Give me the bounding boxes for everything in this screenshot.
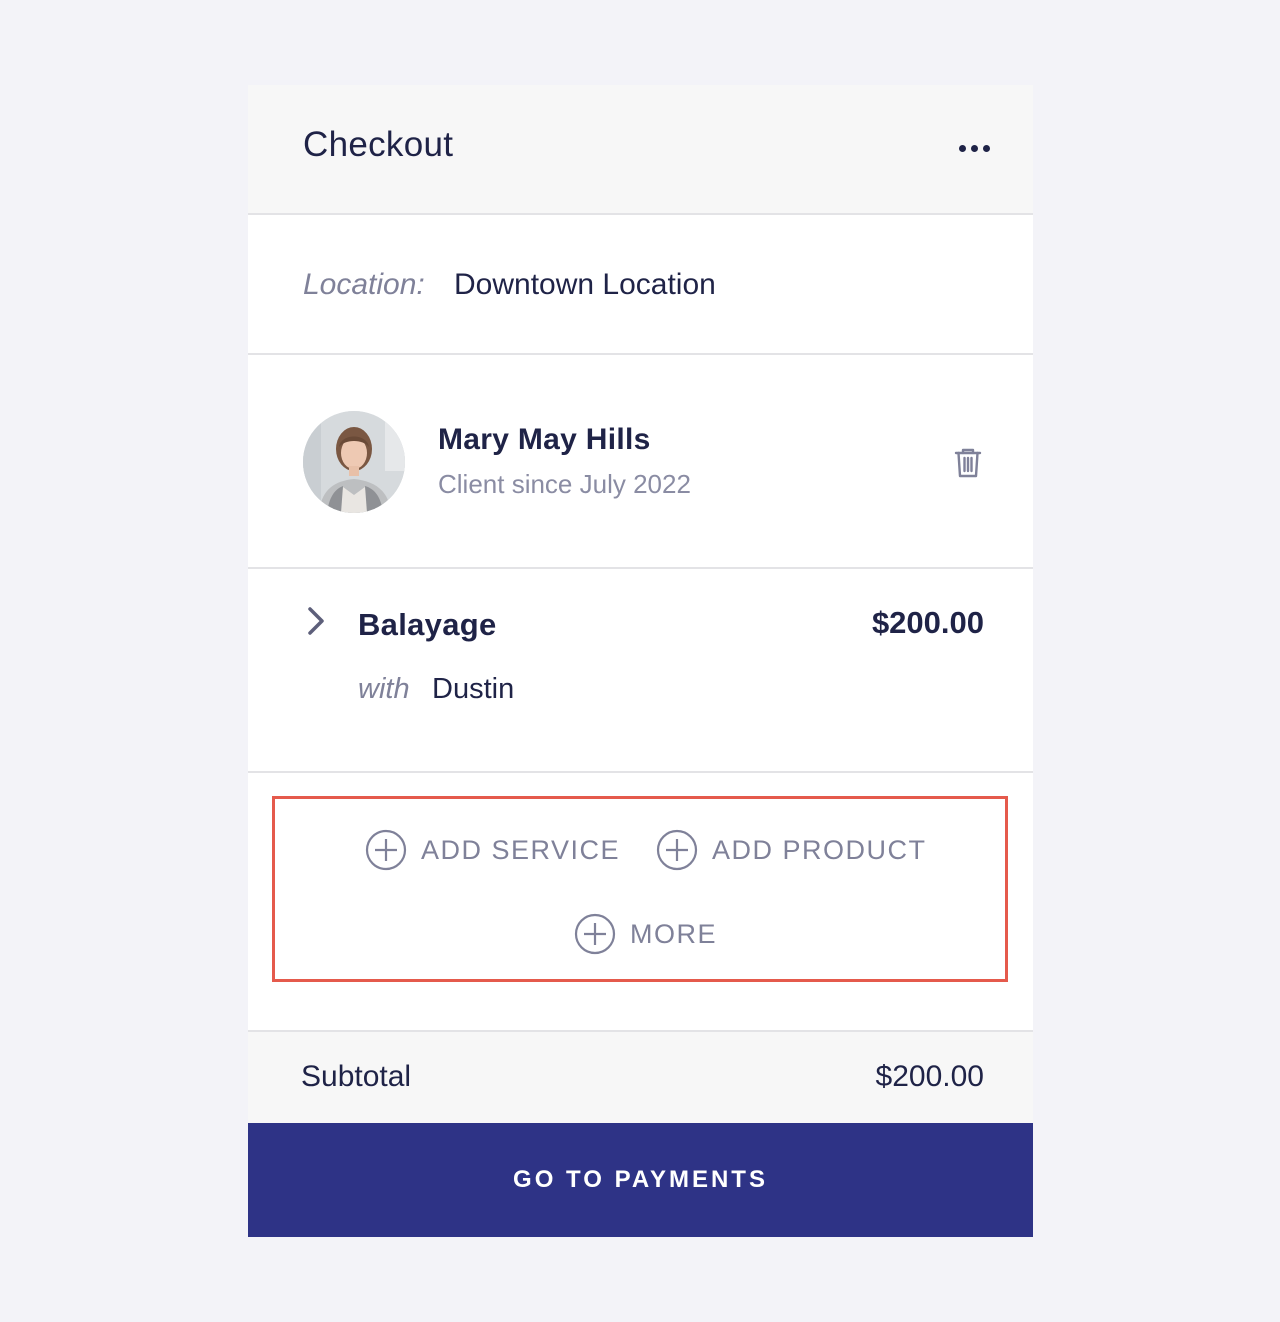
more-options-icon[interactable] [948,133,1000,163]
location-row[interactable]: Location: Downtown Location [248,215,1033,355]
plus-circle-icon [365,829,407,871]
service-name: Balayage [358,607,497,642]
service-with-label: with [358,673,410,705]
avatar [303,411,405,513]
subtotal-label: Subtotal [301,1060,412,1093]
add-service-label: ADD SERVICE [421,834,621,865]
add-product-button[interactable]: ADD PRODUCT [656,829,927,871]
service-line-item: Balayage $200.00 with Dustin [248,569,1033,773]
add-service-button[interactable]: ADD SERVICE [365,829,620,871]
plus-circle-icon [656,829,698,871]
chevron-right-icon[interactable] [300,603,332,639]
client-row: Mary May Hills Client since July 2022 [248,355,1033,569]
location-value: Downtown Location [454,268,716,301]
go-to-payments-button[interactable]: GO TO PAYMENTS [248,1123,1033,1237]
location-label: Location: [303,268,425,301]
more-label: MORE [630,918,717,949]
subtotal-value: $200.00 [875,1060,984,1093]
plus-circle-icon [574,913,616,955]
client-since: Client since July 2022 [438,469,691,499]
service-staff[interactable]: Dustin [432,673,514,706]
client-name: Mary May Hills [438,423,651,456]
trash-icon[interactable] [948,443,988,483]
subtotal-row: Subtotal $200.00 [248,1030,1033,1123]
checkout-card: Checkout Location: Downtown Location Mar… [248,85,1033,1237]
more-button[interactable]: MORE [574,913,717,955]
service-price: $200.00 [871,605,984,640]
checkout-header: Checkout [248,85,1033,215]
page-title: Checkout [303,125,454,164]
add-product-label: ADD PRODUCT [712,834,927,865]
add-actions-panel: ADD SERVICE ADD PRODUCT MORE [272,796,1008,982]
